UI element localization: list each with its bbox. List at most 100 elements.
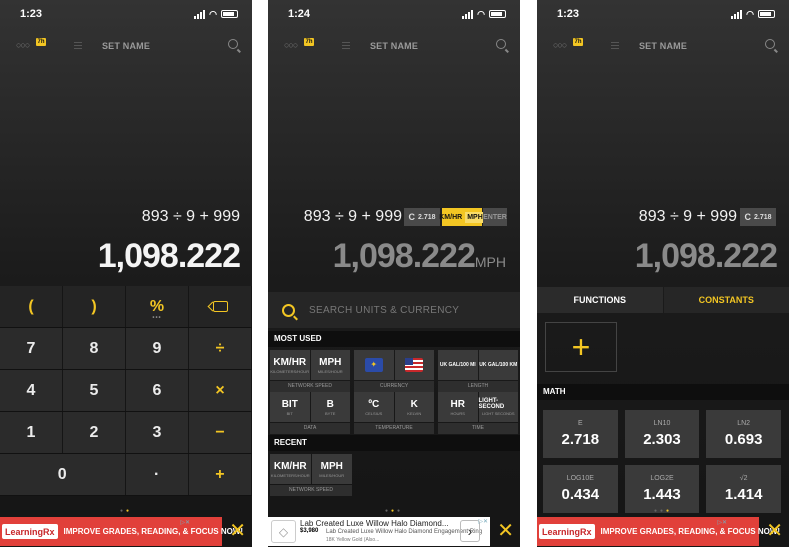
unit-converter-screen: 1:24 ◠ ○○○ 7h SET NAME 893 ÷ 9 + 999 C 2…	[268, 0, 520, 547]
ad-choices-icon[interactable]: ▷✕	[717, 519, 727, 526]
unit-from: ºC	[368, 398, 380, 410]
open-paren-key[interactable]: (	[0, 286, 63, 327]
ad-banner[interactable]: LearningRx IMPROVE GRADES, READING, & FO…	[0, 516, 252, 547]
signal-icon	[731, 9, 743, 19]
status-bar: 1:23 ◠	[537, 0, 789, 28]
set-name-title[interactable]: SET NAME	[268, 41, 520, 51]
enter-button[interactable]: ENTER	[483, 208, 507, 226]
expression-display: 893 ÷ 9 + 999	[638, 208, 737, 225]
ad-title[interactable]: Lab Created Luxe Willow Halo Diamond...	[300, 519, 450, 528]
add-constant-button[interactable]: +	[545, 322, 617, 372]
close-ad-button[interactable]: ✕	[229, 519, 246, 543]
constant-value: 2.718	[417, 213, 436, 221]
nav-bar: ○○○ 7h SET NAME	[537, 34, 789, 58]
search-icon[interactable]	[765, 39, 775, 49]
key-3[interactable]: 3	[126, 412, 189, 453]
close-ad-button[interactable]: ✕	[497, 519, 514, 543]
unit-card[interactable]: KM/HR KILOMETERS/HOUR MPH MILES/HOUR NETWOR…	[270, 454, 352, 504]
constant-card[interactable]: LOG2E 1.443	[624, 465, 700, 513]
constant-value: 1.414	[724, 486, 763, 503]
key-0[interactable]: 0	[0, 454, 126, 495]
search-icon[interactable]	[496, 39, 506, 49]
ad-banner[interactable]: ◇ Lab Created Luxe Willow Halo Diamond..…	[268, 516, 520, 547]
nav-bar: ○○○ 7h SET NAME	[0, 34, 252, 58]
ad-text[interactable]: IMPROVE GRADES, READING, & FOCUS NOW!	[64, 527, 244, 536]
constant-chip[interactable]: C 2.718	[404, 208, 440, 226]
expression-display: 893 ÷ 9 + 999	[141, 208, 240, 225]
unit-to-sub: BYTE	[325, 410, 336, 416]
constant-value: 0.434	[561, 486, 600, 503]
constant-card[interactable]: E 2.718	[543, 410, 618, 458]
page-indicator: ●●●	[384, 508, 404, 514]
unit-category: DATA	[270, 423, 350, 434]
search-input[interactable]: SEARCH UNITS & CURRENCY	[309, 305, 459, 316]
key-7[interactable]: 7	[0, 328, 63, 369]
constant-card[interactable]: LN10 2.303	[624, 410, 700, 458]
key-1[interactable]: 1	[0, 412, 63, 453]
key-2[interactable]: 2	[63, 412, 126, 453]
decimal-key[interactable]: ·	[125, 454, 189, 495]
constant-value: 2.718	[753, 213, 772, 221]
nav-bar: ○○○ 7h SET NAME	[268, 34, 520, 58]
unit-from-sub: BIT	[286, 410, 293, 416]
recent-header: RECENT	[268, 435, 520, 451]
key-8[interactable]: 8	[63, 328, 126, 369]
ad-logo[interactable]: LearningRx	[2, 524, 58, 539]
ad-text[interactable]: IMPROVE GRADES, READING, & FOCUS NOW!	[601, 527, 781, 536]
ad-logo[interactable]: LearningRx	[539, 524, 595, 539]
key-6[interactable]: 6	[126, 370, 189, 411]
close-ad-button[interactable]: ✕	[766, 519, 783, 543]
unit-from: KM/HR	[273, 356, 307, 368]
search-icon[interactable]	[228, 39, 238, 49]
plus-key[interactable]: +	[188, 454, 252, 495]
unit-to: LIGHT-SECOND	[478, 398, 505, 410]
status-time: 1:23	[557, 8, 580, 20]
unit-to: MPH	[320, 460, 343, 472]
unit-to: MPH	[465, 211, 485, 223]
tab-functions[interactable]: FUNCTIONS	[537, 287, 663, 313]
result-unit: MPH	[474, 254, 506, 270]
status-time: 1:23	[20, 8, 43, 20]
unit-toggle[interactable]: KM/HR MPH	[439, 208, 485, 226]
unit-search-bar[interactable]: SEARCH UNITS & CURRENCY	[268, 292, 520, 328]
ad-choices-icon[interactable]: ▷✕	[478, 518, 488, 525]
ring-image[interactable]: ◇	[271, 520, 296, 543]
set-name-title[interactable]: SET NAME	[0, 41, 252, 51]
set-name-title[interactable]: SET NAME	[537, 41, 789, 51]
divide-key[interactable]: ÷	[189, 328, 252, 369]
ad-chevron-icon[interactable]: ›	[460, 520, 480, 542]
key-5[interactable]: 5	[63, 370, 126, 411]
close-paren-key[interactable]: )	[63, 286, 126, 327]
multiply-key[interactable]: ×	[189, 370, 252, 411]
unit-from: KM/HR	[273, 460, 307, 472]
result-display: 1,098.222	[97, 237, 241, 275]
constants-grid: E 2.718 LN10 2.303 LN2 0.693 LOG10E 0.434 LO…	[543, 410, 781, 513]
unit-category: NETWORK SPEED	[270, 485, 352, 496]
constant-chip[interactable]: C 2.718	[740, 208, 776, 226]
constant-card[interactable]: LN2 0.693	[706, 410, 781, 458]
constant-card[interactable]: LOG10E 0.434	[543, 465, 618, 513]
constant-card[interactable]: √2 1.414	[706, 465, 781, 513]
minus-key[interactable]: −	[189, 412, 252, 453]
ad-banner[interactable]: LearningRx IMPROVE GRADES, READING, & FO…	[537, 516, 789, 547]
status-bar: 1:23 ◠	[0, 0, 252, 28]
percent-key-label: %	[149, 297, 165, 315]
unit-to: B	[326, 398, 334, 410]
backspace-key[interactable]	[189, 286, 252, 327]
key-9[interactable]: 9	[126, 328, 189, 369]
unit-to-sub: MILES/HOUR	[317, 368, 343, 374]
key-4[interactable]: 4	[0, 370, 63, 411]
status-time: 1:24	[288, 8, 311, 20]
tab-constants[interactable]: CONSTANTS	[663, 287, 789, 313]
signal-icon	[462, 9, 474, 19]
ad-price: $3,980	[300, 528, 319, 534]
unit-category: CURRENCY	[354, 381, 434, 392]
percent-key[interactable]: % •••	[126, 286, 189, 327]
unit-to: UK GAL/100 KM	[479, 362, 518, 368]
constant-name: E	[577, 420, 583, 427]
signal-icon	[194, 9, 206, 19]
ad-choices-icon[interactable]: ▷✕	[180, 519, 190, 526]
unit-category: NETWORK SPEED	[270, 381, 350, 392]
math-header: MATH	[537, 384, 789, 400]
wifi-icon: ◠	[209, 8, 217, 19]
